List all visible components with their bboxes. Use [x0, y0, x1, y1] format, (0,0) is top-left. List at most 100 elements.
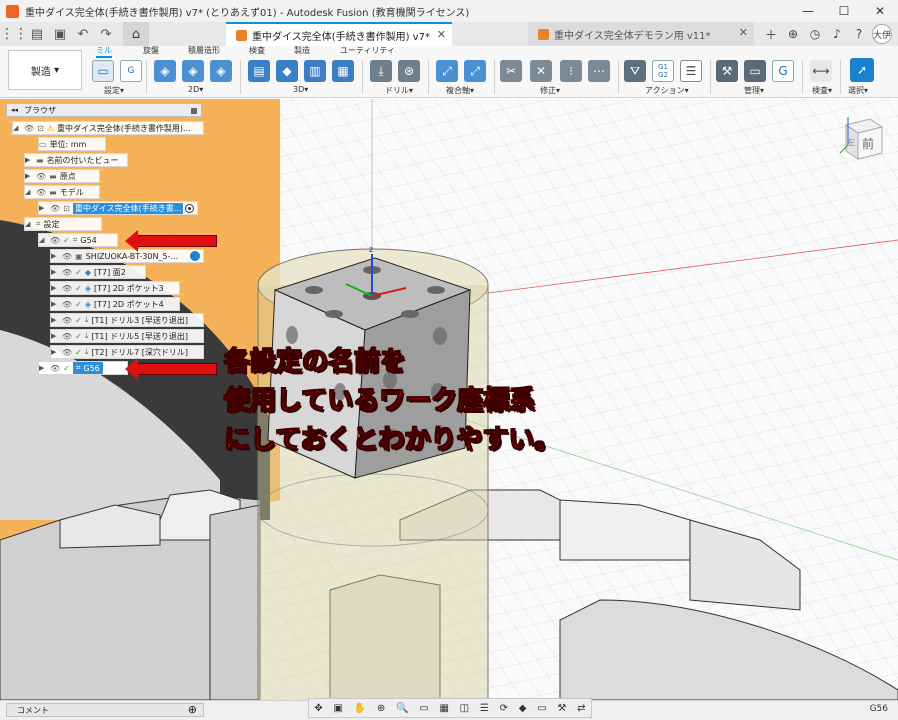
browser-item-op-face2[interactable]: ▶ 👁 ✓ ◆ [T7] 面2 [50, 265, 146, 279]
browser-header[interactable]: ◂◂ ブラウザ [6, 103, 202, 117]
expand-icon[interactable]: ▶ [25, 172, 33, 180]
section-icon[interactable]: ☰ [480, 703, 489, 714]
orbit-icon[interactable]: ✥ [314, 703, 322, 714]
expand-icon[interactable]: ▶ [51, 252, 59, 260]
avatar[interactable]: 大伊 [872, 24, 892, 44]
eye-icon[interactable]: 👁 [62, 348, 72, 357]
drill-icon[interactable]: ⤓ [370, 60, 392, 82]
activate-radio[interactable] [185, 204, 194, 213]
browser-item-setup-g56[interactable]: ▶ 👁 ✓ ⌗ G56 [38, 361, 128, 375]
setup-sheet-icon[interactable]: ☰ [680, 60, 702, 82]
undo-icon[interactable]: ↶ [73, 24, 93, 44]
2d-pocket-icon[interactable]: ◈ [182, 60, 204, 82]
eye-icon[interactable]: 👁 [50, 364, 60, 373]
browser-item-setups[interactable]: ◢ ⌗ 設定 [24, 217, 102, 231]
tab-turning[interactable]: 旋盤 [143, 45, 159, 56]
browser-item-models[interactable]: ◢ 👁 ▬ モデル [24, 185, 100, 199]
move-entry-icon[interactable]: ⋯ [588, 60, 610, 82]
expand-icon[interactable]: ▶ [51, 348, 59, 356]
notifications-icon[interactable]: ♪ [828, 25, 846, 43]
extensions-icon[interactable]: ⊕ [784, 25, 802, 43]
group-setup-label[interactable]: 設定▾ [104, 85, 124, 96]
look-at-icon[interactable]: ▣ [334, 703, 343, 714]
group-modify-label[interactable]: 修正▾ [540, 85, 560, 96]
minimize-panel-icon[interactable] [191, 108, 197, 114]
tab-utilities[interactable]: ユーティリティ [340, 45, 395, 56]
toolpath-display-icon[interactable]: ⇄ [577, 703, 585, 714]
fit-icon[interactable]: 🔍 [396, 703, 408, 714]
expand-icon[interactable]: ▶ [51, 268, 59, 276]
expand-icon[interactable]: ▶ [39, 204, 47, 212]
group-actions-label[interactable]: アクション▾ [645, 85, 689, 96]
tool-display-icon[interactable]: ⚒ [557, 703, 566, 714]
stock-display-icon[interactable]: ◆ [519, 703, 527, 714]
pan-icon[interactable]: ✋ [354, 703, 366, 714]
comments-panel[interactable]: コメント ⊕ [6, 703, 204, 717]
multiaxis-swarf-icon[interactable]: ⤢ [436, 60, 458, 82]
browser-item-named-views[interactable]: ▶ ▬ 名前の付いたビュー [24, 153, 128, 167]
multiaxis-contour-icon[interactable]: ⤢ [464, 60, 486, 82]
machine-library-icon[interactable]: ▭ [744, 60, 766, 82]
browser-item-op-drill7[interactable]: ▶ 👁 ✓ ⤓ [T2] ドリル7 [深穴ドリル] [50, 345, 204, 359]
grid-settings-icon[interactable]: ▦ [439, 703, 448, 714]
close-button[interactable]: ✕ [862, 0, 898, 22]
eye-icon[interactable]: 👁 [36, 172, 46, 181]
post-library-icon[interactable]: G [772, 60, 794, 82]
eye-icon[interactable]: 👁 [24, 124, 34, 133]
viewports-icon[interactable]: ◫ [460, 703, 469, 714]
expand-icon[interactable]: ◢ [13, 124, 21, 132]
eye-icon[interactable]: 👁 [62, 300, 72, 309]
workspace-switcher[interactable]: 製造 ▾ [8, 50, 82, 90]
measure-icon[interactable]: ⟷ [810, 60, 832, 82]
expand-icon[interactable]: ▶ [51, 332, 59, 340]
browser-item-setup-g54[interactable]: ◢ 👁 ✓ ⌗ G54 [38, 233, 118, 247]
maximize-button[interactable]: ☐ [826, 0, 862, 22]
tab-mill[interactable]: ミル [96, 45, 112, 58]
3d-pocket-icon[interactable]: ◆ [276, 60, 298, 82]
job-status-icon[interactable]: ◷ [806, 25, 824, 43]
new-tab-icon[interactable]: ＋ [762, 25, 780, 43]
setup-icon[interactable]: ▭ [92, 60, 114, 82]
browser-item-op-pocket3[interactable]: ▶ 👁 ✓ ◈ [T7] 2D ポケット3 [50, 281, 180, 295]
2d-contour-icon[interactable]: ◈ [210, 60, 232, 82]
3d-steep-icon[interactable]: ▥ [304, 60, 326, 82]
redo-icon[interactable]: ↷ [96, 24, 116, 44]
file-menu-icon[interactable]: ▤ [27, 24, 47, 44]
close-tab-icon[interactable]: ✕ [739, 26, 748, 39]
nc-program-icon[interactable]: G [120, 60, 142, 82]
group-manage-label[interactable]: 管理▾ [744, 85, 764, 96]
group-3d-label[interactable]: 3D▾ [293, 85, 308, 94]
eye-icon[interactable]: 👁 [62, 252, 72, 261]
tab-document-v7[interactable]: 重中ダイス完全体(手続き書作製用) v7* ✕ [226, 22, 452, 46]
3d-adaptive-icon[interactable]: ▤ [248, 60, 270, 82]
eye-icon[interactable]: 👁 [50, 204, 60, 213]
expand-icon[interactable]: ◢ [25, 220, 33, 228]
select-icon[interactable]: ➚ [850, 58, 874, 82]
g1g2-icon[interactable]: G1 G2 [652, 60, 674, 82]
expand-icon[interactable]: ◢ [25, 188, 33, 196]
trim-icon[interactable]: ✂ [500, 60, 522, 82]
close-tab-icon[interactable]: ✕ [437, 28, 446, 41]
collapse-icon[interactable]: ◂◂ [11, 106, 18, 114]
browser-item-origin[interactable]: ▶ 👁 ▬ 原点 [24, 169, 100, 183]
expand-icon[interactable]: ◢ [39, 236, 47, 244]
browser-item-op-pocket4[interactable]: ▶ 👁 ✓ ◈ [T7] 2D ポケット4 [50, 297, 180, 311]
display-settings-icon[interactable]: ▭ [419, 703, 428, 714]
3d-parallel-icon[interactable]: ▦ [332, 60, 354, 82]
rotate-icon[interactable]: ⟳ [500, 703, 508, 714]
group-drill-label[interactable]: ドリル▾ [385, 85, 413, 96]
save-icon[interactable]: ▣ [50, 24, 70, 44]
simulate-icon[interactable]: ⛛ [624, 60, 646, 82]
tool-library-icon[interactable]: ⚒ [716, 60, 738, 82]
expand-icon[interactable]: ▶ [51, 316, 59, 324]
expand-icon[interactable]: ▶ [25, 156, 33, 164]
eye-icon[interactable]: 👁 [62, 316, 72, 325]
browser-item-document[interactable]: ◢ 👁 ⊡ ⚠ 重中ダイス完全体(手続き書作製用)... [12, 121, 204, 135]
hole-recognition-icon[interactable]: ⊛ [398, 60, 420, 82]
view-cube[interactable]: 前 左 [834, 115, 884, 163]
help-icon[interactable]: ? [850, 25, 868, 43]
eye-icon[interactable]: 👁 [36, 188, 46, 197]
expand-icon[interactable]: ▶ [51, 300, 59, 308]
tab-inspection[interactable]: 検査 [249, 45, 265, 56]
tab-document-v11[interactable]: 重中ダイス完全体デモラン用 v11* ✕ [528, 22, 754, 46]
